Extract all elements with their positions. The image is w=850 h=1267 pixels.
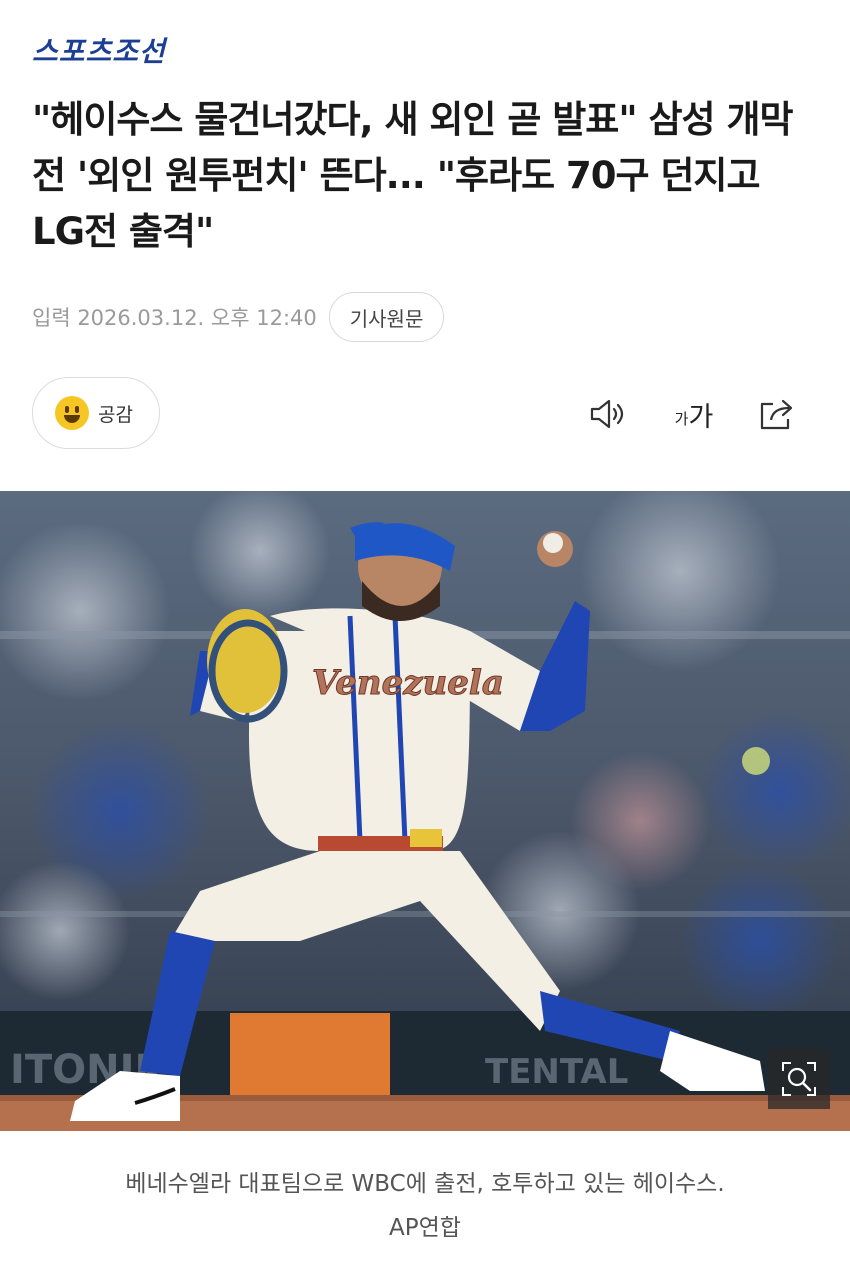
- reaction-button[interactable]: 공감: [32, 377, 160, 449]
- reaction-label: 공감: [98, 403, 133, 426]
- publish-date: 입력 2026.03.12. 오후 12:40: [32, 306, 317, 330]
- original-article-label: 기사원문: [349, 306, 424, 331]
- caption-line-1: 베네수엘라 대표팀으로 WBC에 출전, 호투하고 있는 헤이수스.: [125, 1171, 725, 1197]
- font-size-icon[interactable]: 가 가: [669, 392, 719, 436]
- smile-emoji-icon: [55, 396, 89, 430]
- article-toolbar: 가 가: [585, 392, 799, 436]
- photo-caption: 베네수엘라 대표팀으로 WBC에 출전, 호투하고 있는 헤이수스. AP연합: [40, 1162, 810, 1250]
- board-right-text: TENTAL: [485, 1052, 628, 1092]
- jersey-text: Venezuela: [312, 663, 504, 703]
- article-photo[interactable]: ITONIK TENTAL Venezuela: [0, 491, 850, 1131]
- speaker-icon[interactable]: [585, 392, 633, 436]
- site-logo[interactable]: 스포츠조선: [32, 30, 166, 70]
- zoom-icon[interactable]: [768, 1049, 830, 1109]
- font-size-small-glyph: 가: [674, 409, 689, 428]
- original-article-button[interactable]: 기사원문: [328, 292, 445, 342]
- caption-line-2: AP연합: [389, 1215, 461, 1241]
- font-size-large-glyph: 가: [688, 401, 714, 433]
- article-meta: 입력 2026.03.12. 오후 12:40 기사원문: [32, 292, 445, 342]
- pitcher-photo-illustration: ITONIK TENTAL Venezuela: [0, 491, 850, 1131]
- share-icon[interactable]: [755, 392, 799, 436]
- article-headline: "헤이수스 물건너갔다, 새 외인 곧 발표" 삼성 개막전 '외인 원투펀치'…: [32, 98, 794, 253]
